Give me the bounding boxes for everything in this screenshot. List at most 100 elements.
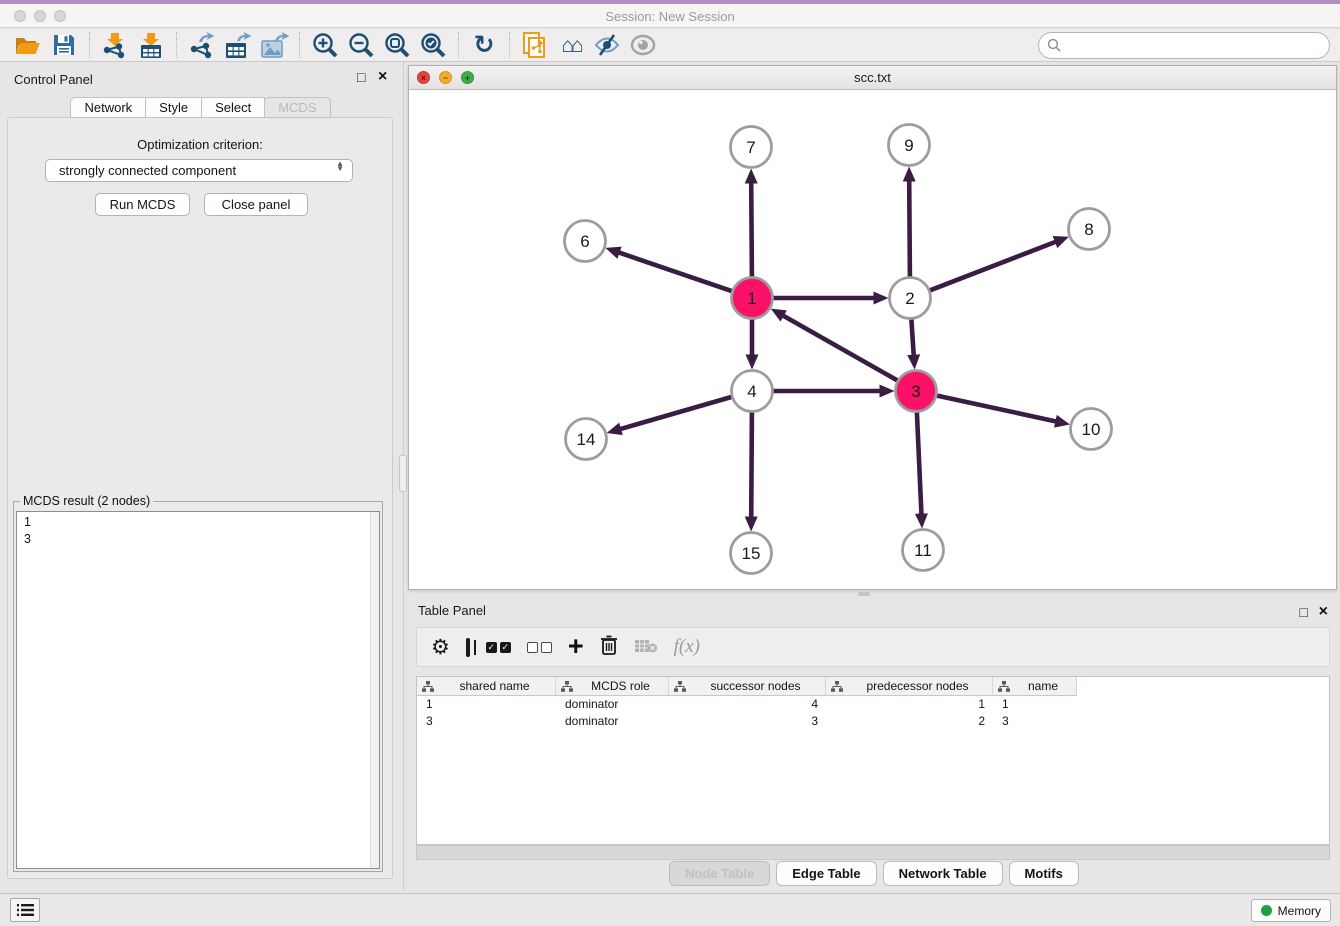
new-network-documents-icon [522, 31, 548, 59]
table-cell[interactable]: 1 [993, 696, 1077, 713]
column-header-MCDS-role[interactable]: MCDS role [556, 677, 669, 696]
plus-icon: + [568, 631, 584, 661]
import-table-button[interactable] [133, 30, 169, 60]
table-row[interactable]: 3dominator323 [417, 713, 1329, 730]
column-header-name[interactable]: name [993, 677, 1077, 696]
tab-mcds[interactable]: MCDS [264, 97, 330, 118]
run-mcds-button[interactable]: Run MCDS [95, 193, 190, 216]
graph-node-8[interactable]: 8 [1069, 209, 1110, 250]
graph-edge-3-10[interactable] [937, 396, 1057, 422]
close-table-panel-icon[interactable]: × [1319, 604, 1328, 620]
result-scrollbar[interactable] [370, 512, 379, 868]
column-type-icon [998, 681, 1010, 692]
table-cell[interactable]: 4 [669, 696, 826, 713]
task-history-button[interactable] [10, 898, 40, 922]
select-all-button[interactable]: ✓ ✓ [486, 642, 511, 653]
zoom-fit-button[interactable] [379, 30, 415, 60]
column-header-successor-nodes[interactable]: successor nodes [669, 677, 826, 696]
window-title: Session: New Session [0, 9, 1340, 24]
tab-select[interactable]: Select [201, 97, 265, 118]
search-input[interactable] [1067, 36, 1329, 56]
criterion-select[interactable]: strongly connected component ▲▼ [45, 159, 353, 182]
export-network-button[interactable] [184, 30, 220, 60]
float-panel-icon[interactable]: □ [357, 70, 365, 84]
zoom-in-button[interactable] [307, 30, 343, 60]
table-cell[interactable]: 2 [826, 713, 993, 730]
open-session-button[interactable] [10, 30, 46, 60]
tab-edge-table[interactable]: Edge Table [776, 861, 876, 886]
graph-edge-4-14[interactable] [619, 397, 731, 429]
show-graphics-details-button[interactable] [625, 30, 661, 60]
graph-edge-1-6[interactable] [618, 252, 732, 291]
network-canvas[interactable]: 7 9 6 8 1 2 4 3 14 10 15 11 [409, 90, 1336, 589]
tab-network-table[interactable]: Network Table [883, 861, 1003, 886]
table-hscrollbar[interactable] [416, 845, 1330, 860]
column-type-icon [831, 681, 843, 692]
memory-button[interactable]: Memory [1251, 899, 1331, 922]
zoom-out-button[interactable] [343, 30, 379, 60]
graph-node-label: 7 [746, 138, 755, 157]
graph-node-1[interactable]: 1 [732, 278, 773, 319]
table-settings-button[interactable]: ⚙ [431, 637, 450, 658]
graph-node-9[interactable]: 9 [889, 125, 930, 166]
home-button[interactable]: ⌂⌂ [553, 30, 589, 60]
export-image-button[interactable] [256, 30, 292, 60]
graph-node-6[interactable]: 6 [565, 221, 606, 262]
column-header-predecessor-nodes[interactable]: predecessor nodes [826, 677, 993, 696]
panel-splitter-handle[interactable] [399, 455, 407, 492]
refresh-button[interactable]: ↻ [466, 30, 502, 60]
column-header-shared-name[interactable]: shared name [417, 677, 556, 696]
export-image-icon [260, 32, 289, 59]
network-window-titlebar[interactable]: × − + scc.txt [409, 66, 1336, 90]
table-row[interactable]: 1dominator411 [417, 696, 1329, 713]
mcds-result-box[interactable]: 13 [16, 511, 380, 869]
table-cell[interactable]: 1 [417, 696, 556, 713]
table-cell[interactable]: 3 [993, 713, 1077, 730]
import-network-button[interactable] [97, 30, 133, 60]
horizontal-splitter-handle[interactable] [858, 592, 870, 596]
graph-node-11[interactable]: 11 [903, 530, 944, 571]
graph-edge-3-11[interactable] [917, 413, 922, 516]
function-builder-button[interactable]: f(x) [674, 636, 700, 658]
tab-network[interactable]: Network [70, 97, 146, 118]
graph-edge-2-3[interactable] [911, 320, 913, 357]
save-session-button[interactable] [46, 30, 82, 60]
tab-style[interactable]: Style [145, 97, 202, 118]
graph-node-7[interactable]: 7 [731, 127, 772, 168]
table-cell[interactable]: dominator [556, 696, 669, 713]
table-cell[interactable]: 3 [669, 713, 826, 730]
horizontal-splitter[interactable] [408, 590, 1337, 597]
graph-node-2[interactable]: 2 [890, 278, 931, 319]
graph-node-15[interactable]: 15 [731, 533, 772, 574]
column-header-label: predecessor nodes [843, 679, 992, 693]
graph-node-3[interactable]: 3 [896, 371, 937, 412]
graph-edge-4-15[interactable] [751, 413, 752, 519]
add-row-button[interactable]: + [568, 636, 584, 658]
new-network-from-selection-button[interactable] [517, 30, 553, 60]
graph-edge-3-1[interactable] [782, 315, 897, 380]
delete-row-button[interactable] [600, 635, 618, 659]
table-cell[interactable]: dominator [556, 713, 669, 730]
zoom-fit-icon [384, 32, 411, 59]
graph-edge-2-8[interactable] [930, 241, 1057, 290]
graph-node-4[interactable]: 4 [732, 371, 773, 412]
graph-node-14[interactable]: 14 [566, 419, 607, 460]
zoom-selected-button[interactable] [415, 30, 451, 60]
tab-motifs[interactable]: Motifs [1009, 861, 1079, 886]
float-table-panel-icon[interactable]: □ [1300, 605, 1308, 619]
tab-node-table[interactable]: Node Table [669, 861, 770, 886]
delete-table-button[interactable] [634, 638, 658, 657]
deselect-all-button[interactable] [527, 642, 552, 653]
export-table-button[interactable] [220, 30, 256, 60]
hide-graphics-details-button[interactable] [589, 30, 625, 60]
graph-edge-2-9[interactable] [909, 180, 910, 277]
search-box[interactable] [1038, 32, 1330, 59]
close-panel-icon[interactable]: × [378, 69, 387, 85]
table-cell[interactable]: 3 [417, 713, 556, 730]
graph-node-10[interactable]: 10 [1071, 409, 1112, 450]
close-panel-button[interactable]: Close panel [204, 193, 308, 216]
table-cell[interactable]: 1 [826, 696, 993, 713]
graph-edge-1-7[interactable] [751, 182, 752, 277]
show-columns-button[interactable] [466, 640, 470, 655]
houses-icon: ⌂⌂ [561, 35, 580, 56]
